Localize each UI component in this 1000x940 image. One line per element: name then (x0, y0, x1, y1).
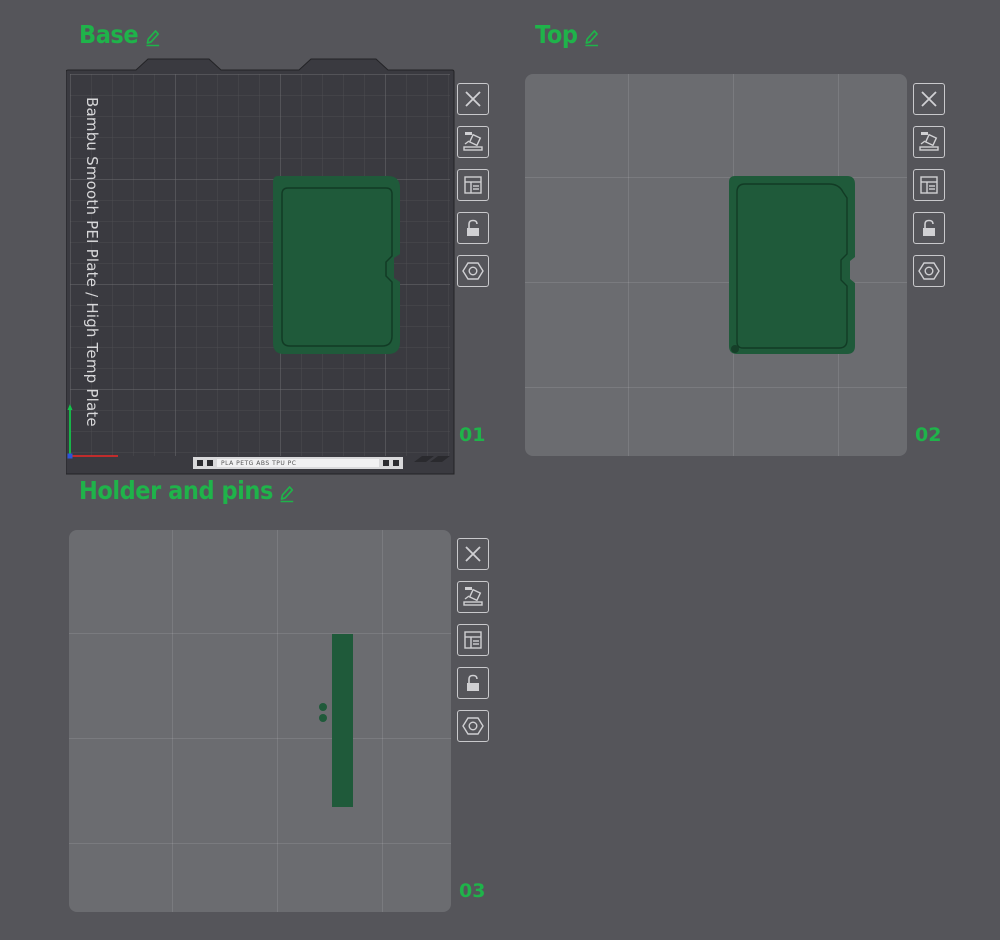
arrange-button[interactable] (913, 169, 945, 201)
auto-orient-button[interactable] (457, 126, 489, 158)
plate-settings-button[interactable] (457, 710, 489, 742)
settings-hex-icon (918, 262, 940, 280)
pencil-icon[interactable] (278, 483, 296, 503)
plate-name: Holder and pins (79, 476, 273, 505)
lock-plate-button[interactable] (913, 212, 945, 244)
filament-list: PLA PETG ABS TPU PC (217, 459, 379, 467)
filament-compat-strip: PLA PETG ABS TPU PC (193, 457, 403, 469)
remove-plate-button[interactable] (457, 538, 489, 570)
plate-index-02: 02 (915, 424, 942, 446)
lock-icon (467, 674, 479, 691)
pin[interactable] (319, 703, 327, 711)
lock-plate-button[interactable] (457, 212, 489, 244)
plate-settings-button[interactable] (457, 255, 489, 287)
plate-toolbar-03 (457, 538, 489, 742)
model-base[interactable] (273, 176, 400, 354)
plate-index-03: 03 (459, 880, 486, 902)
close-icon (465, 91, 481, 107)
arrange-button[interactable] (457, 624, 489, 656)
plate-name: Top (535, 20, 578, 49)
arrange-icon (920, 176, 938, 194)
plate-title-base[interactable]: Base (79, 20, 162, 49)
auto-orient-button[interactable] (457, 581, 489, 613)
auto-orient-icon (463, 132, 483, 151)
lock-icon (923, 219, 935, 236)
settings-hex-icon (462, 262, 484, 280)
close-icon (465, 546, 481, 562)
plate-toolbar-02 (913, 83, 945, 287)
auto-orient-button[interactable] (913, 126, 945, 158)
filament-square-icon (197, 460, 203, 466)
plate-toolbar-01 (457, 83, 489, 287)
remove-plate-button[interactable] (457, 83, 489, 115)
close-icon (921, 91, 937, 107)
arrange-icon (464, 176, 482, 194)
pin[interactable] (319, 714, 327, 722)
filament-square-icon (207, 460, 213, 466)
plate-title-top[interactable]: Top (535, 20, 601, 49)
auto-orient-icon (463, 587, 483, 606)
remove-plate-button[interactable] (913, 83, 945, 115)
model-top[interactable] (525, 74, 907, 456)
lock-plate-button[interactable] (457, 667, 489, 699)
plate-bed-03[interactable] (69, 530, 451, 912)
bed-type-label: Bambu Smooth PEI Plate / High Temp Plate (83, 97, 101, 427)
plate-index-01: 01 (459, 424, 486, 446)
holder-bar[interactable] (332, 634, 353, 807)
plate-bed-textured[interactable] (66, 56, 458, 476)
pencil-icon[interactable] (583, 27, 601, 47)
pencil-icon[interactable] (144, 27, 162, 47)
settings-hex-icon (462, 717, 484, 735)
plate-name: Base (79, 20, 139, 49)
arrange-icon (464, 631, 482, 649)
plate-title-holder-and-pins[interactable]: Holder and pins (79, 476, 296, 505)
model-holder-and-pins[interactable] (69, 530, 451, 912)
arrange-button[interactable] (457, 169, 489, 201)
plate-bed-02[interactable] (525, 74, 907, 456)
plate-settings-button[interactable] (913, 255, 945, 287)
lock-icon (467, 219, 479, 236)
auto-orient-icon (919, 132, 939, 151)
filament-square-icon (383, 460, 389, 466)
filament-square-icon (393, 460, 399, 466)
